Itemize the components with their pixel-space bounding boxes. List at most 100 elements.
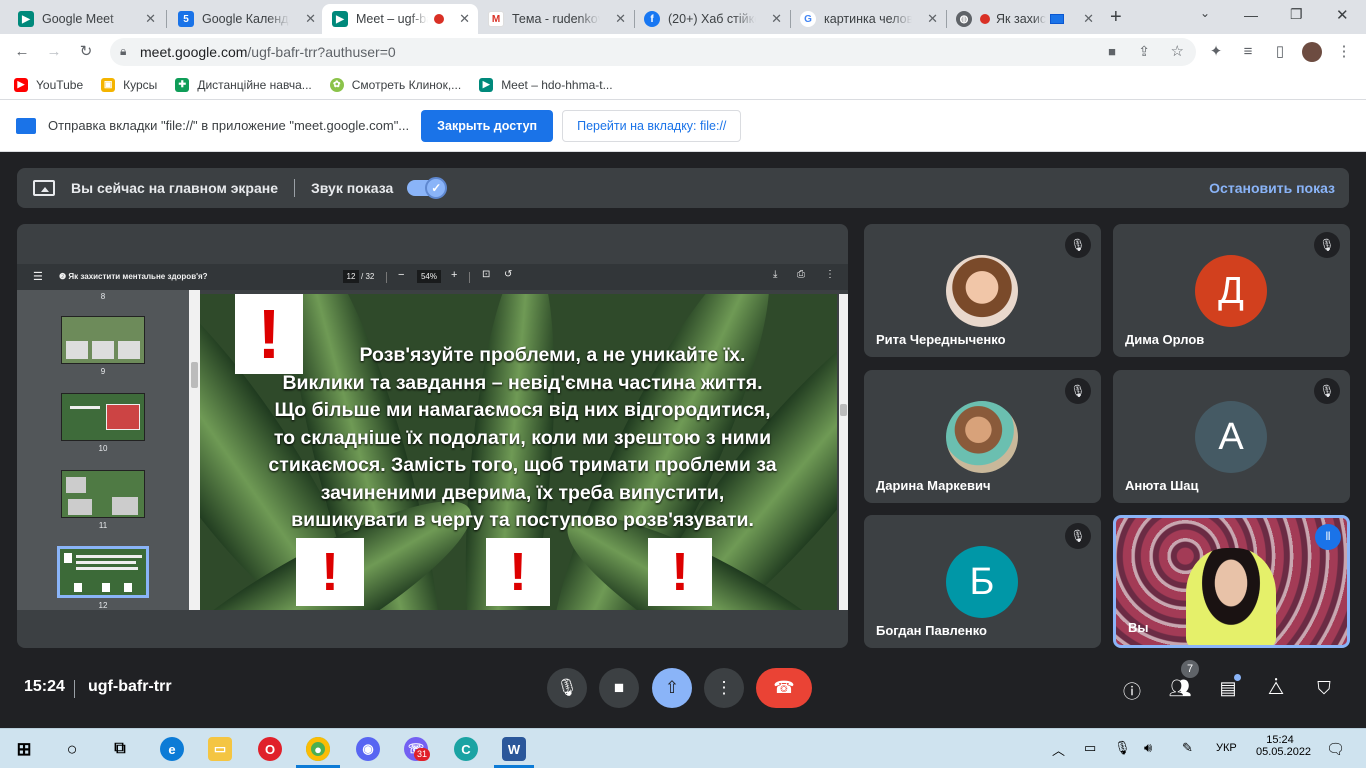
- minimize-button[interactable]: —: [1244, 7, 1258, 23]
- word-icon[interactable]: W: [502, 737, 526, 761]
- people-icon[interactable]: 👥︎: [1168, 678, 1192, 699]
- rotate-icon[interactable]: ↺: [504, 269, 512, 280]
- camera-button[interactable]: ■: [599, 668, 639, 708]
- fit-page-icon[interactable]: ⊡: [482, 269, 490, 280]
- profile-avatar[interactable]: [1302, 42, 1322, 62]
- share-icon[interactable]: ⇪: [1138, 43, 1150, 60]
- new-tab-button[interactable]: +: [1110, 6, 1122, 29]
- thumbnail-page[interactable]: [61, 470, 145, 518]
- bookmark-anime[interactable]: ✿ Смотреть Клинок,...: [329, 77, 461, 92]
- participant-tile[interactable]: 🎙︎ Б Богдан Павленко: [864, 515, 1101, 648]
- tab-meet-active[interactable]: ▶ Meet – ugf-bafr-trr ✕: [322, 4, 478, 34]
- close-icon[interactable]: ✕: [1083, 11, 1094, 27]
- recording-indicator-icon: [980, 14, 990, 24]
- close-icon[interactable]: ✕: [771, 11, 782, 27]
- stop-access-button[interactable]: Закрыть доступ: [421, 109, 554, 142]
- stop-presenting-button[interactable]: Остановить показ: [1209, 180, 1335, 196]
- close-icon[interactable]: ✕: [459, 11, 470, 27]
- tab-gmail[interactable]: M Тема - rudenkova ✕: [478, 4, 634, 34]
- tab-pdf[interactable]: ◍ Як захистити ✕: [946, 4, 1102, 34]
- forward-icon[interactable]: →: [44, 43, 64, 61]
- search-icon[interactable]: ○: [60, 737, 84, 761]
- avatar: Б: [946, 546, 1018, 618]
- tray-expand-icon[interactable]: ︿: [1052, 740, 1065, 759]
- close-window-button[interactable]: ✕: [1336, 6, 1349, 24]
- self-video-tile[interactable]: ⦀ Вы: [1113, 515, 1350, 648]
- avatar: Д: [1195, 255, 1267, 327]
- meeting-controls-bar: 15:24 ugf-bafr-trr 🎙︎ ■ ⇧ ⋮ ☎︎ ⓘ 👥︎ 7 ▤ …: [0, 648, 1366, 728]
- volume-icon[interactable]: 🔊︎: [1144, 740, 1152, 756]
- chrome-icon[interactable]: ●: [306, 737, 330, 761]
- media-controls-icon[interactable]: ≡: [1238, 43, 1258, 61]
- leave-call-button[interactable]: ☎︎: [756, 668, 812, 708]
- self-video: [1186, 548, 1276, 645]
- camera-in-use-icon[interactable]: ■: [1108, 44, 1116, 59]
- chat-icon[interactable]: ▤: [1216, 678, 1240, 699]
- participant-tile[interactable]: 🎙︎ Рита Чередныченко: [864, 224, 1101, 357]
- thumbnail-page[interactable]: [61, 393, 145, 441]
- notifications-icon[interactable]: 🗨︎: [1326, 740, 1345, 758]
- present-now-button[interactable]: ⇧: [652, 668, 692, 708]
- extensions-icon[interactable]: ✦: [1206, 43, 1226, 61]
- zoom-in-icon[interactable]: +: [451, 269, 457, 281]
- bookmark-courses[interactable]: ▣ Курсы: [101, 77, 157, 92]
- edge-icon[interactable]: e: [160, 737, 184, 761]
- zoom-out-icon[interactable]: −: [398, 269, 404, 281]
- language-indicator[interactable]: УКР: [1216, 742, 1237, 754]
- zoom-input[interactable]: 54%: [417, 270, 441, 283]
- back-icon[interactable]: ←: [12, 43, 32, 61]
- meet-icon: ▶: [18, 11, 34, 27]
- task-view-icon[interactable]: ⧉: [108, 737, 132, 761]
- address-bar[interactable]: 🔒︎ meet.google.com/ugf-bafr-trr?authuser…: [110, 38, 1196, 66]
- pdf-scrollbar[interactable]: [839, 294, 848, 610]
- menu-icon[interactable]: ☰: [33, 270, 43, 283]
- meeting-details-icon[interactable]: ⓘ: [1120, 678, 1144, 704]
- pdf-toolbar: ☰ ❷ Як захистити ментальне здоров'я? 12 …: [17, 264, 848, 290]
- file-explorer-icon[interactable]: ▭: [208, 737, 232, 761]
- close-icon[interactable]: ✕: [305, 11, 316, 27]
- download-icon[interactable]: ⤓: [773, 269, 777, 280]
- bookmark-star-icon[interactable]: ☆: [1171, 42, 1184, 60]
- more-options-button[interactable]: ⋮: [704, 668, 744, 708]
- tab-google-search[interactable]: G картинка человека ✕: [790, 4, 946, 34]
- restore-button[interactable]: ❐: [1290, 6, 1303, 23]
- tab-search-icon[interactable]: ⌄: [1200, 6, 1210, 20]
- microphone-button[interactable]: 🎙︎: [547, 668, 587, 708]
- tab-google-meet[interactable]: ▶ Google Meet ✕: [8, 4, 164, 34]
- menu-icon[interactable]: ⋮: [1334, 43, 1354, 61]
- bookmark-youtube[interactable]: ▶ YouTube: [14, 77, 83, 92]
- windows-start-icon[interactable]: ⊞: [12, 737, 36, 761]
- tab-facebook[interactable]: f (20+) Хаб стійкості ✕: [634, 4, 790, 34]
- thumbnail-page[interactable]: [61, 316, 145, 364]
- thumbnail-page-selected[interactable]: [57, 546, 149, 598]
- reload-icon[interactable]: ↻: [76, 43, 96, 61]
- more-options-icon[interactable]: ⋮: [825, 269, 835, 280]
- host-controls-icon[interactable]: ⛉: [1312, 678, 1336, 699]
- battery-icon[interactable]: ▭: [1084, 740, 1096, 756]
- exclamation-image: !: [486, 538, 550, 606]
- tab-google-calendar[interactable]: 5 Google Календарь ✕: [168, 4, 324, 34]
- close-icon[interactable]: ✕: [927, 11, 938, 27]
- activities-icon[interactable]: ⧊: [1264, 678, 1288, 699]
- bookmark-distance-learning[interactable]: ✚ Дистанційне навча...: [175, 77, 312, 92]
- side-panel-icon[interactable]: ▯: [1270, 43, 1290, 61]
- google-icon: G: [800, 11, 816, 27]
- pen-icon[interactable]: ✎: [1182, 740, 1193, 756]
- go-to-tab-button[interactable]: Перейти на вкладку: file://: [562, 109, 742, 142]
- participant-tile[interactable]: 🎙︎ Дарина Маркевич: [864, 370, 1101, 503]
- share-audio-toggle[interactable]: ✓: [407, 177, 448, 199]
- mic-icon: 🎙︎: [556, 678, 578, 697]
- participant-tile[interactable]: 🎙︎ А Анюта Шац: [1113, 370, 1350, 503]
- close-icon[interactable]: ✕: [615, 11, 626, 27]
- participant-tile[interactable]: 🎙︎ Д Дима Орлов: [1113, 224, 1350, 357]
- page-number-input[interactable]: 12: [343, 270, 359, 283]
- thumbnail-scrollbar[interactable]: [189, 290, 200, 610]
- close-icon[interactable]: ✕: [145, 11, 156, 27]
- opera-icon[interactable]: O: [258, 737, 282, 761]
- tray-mic-icon[interactable]: 🎙︎: [1114, 740, 1131, 756]
- bookmark-meet[interactable]: ▶ Meet – hdo-hhma-t...: [479, 77, 613, 92]
- taskbar-clock[interactable]: 15:24 05.05.2022: [1256, 734, 1311, 758]
- discord-icon[interactable]: ◉: [356, 737, 380, 761]
- print-icon[interactable]: ⎙: [797, 269, 805, 280]
- app-c-icon[interactable]: C: [454, 737, 478, 761]
